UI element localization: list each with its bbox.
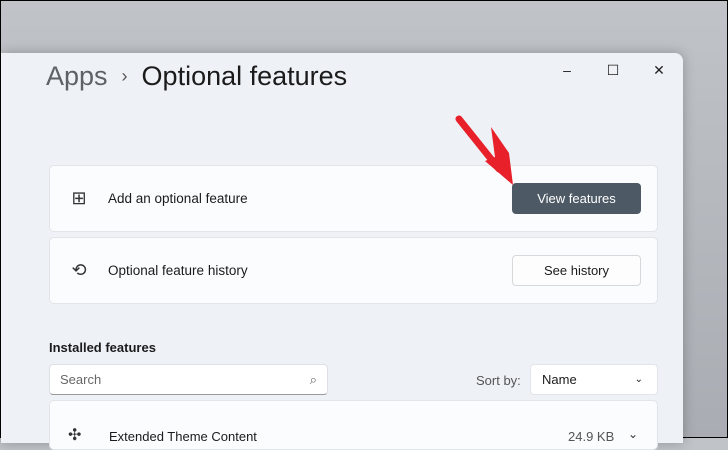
page-title: Optional features	[141, 61, 348, 91]
add-feature-label: Add an optional feature	[108, 191, 248, 206]
chevron-down-icon: ⌄	[634, 374, 643, 385]
sort-dropdown[interactable]: Name ⌄	[530, 364, 658, 395]
sort-value: Name	[542, 372, 577, 387]
minimize-button[interactable]: –	[552, 61, 582, 79]
list-item[interactable]: ✣ Extended Theme Content 24.9 KB ⌄	[49, 400, 658, 450]
add-feature-card: ⊞ Add an optional feature View features	[49, 165, 658, 232]
sort-label: Sort by:	[476, 373, 521, 388]
red-arrow-annotation	[455, 115, 513, 185]
see-history-button[interactable]: See history	[512, 255, 641, 286]
feature-history-label: Optional feature history	[108, 263, 248, 278]
search-input[interactable]: Search ⌕	[49, 364, 328, 395]
search-icon: ⌕	[309, 371, 317, 387]
puzzle-icon: ✣	[68, 427, 82, 444]
search-placeholder: Search	[60, 372, 102, 387]
feature-history-card: ⟲ Optional feature history See history	[49, 237, 658, 304]
feature-size: 24.9 KB	[568, 429, 615, 444]
breadcrumb-apps[interactable]: Apps	[46, 61, 108, 92]
add-feature-icon: ⊞	[71, 188, 87, 208]
close-button[interactable]: ✕	[644, 61, 674, 79]
installed-features-heading: Installed features	[49, 340, 156, 355]
breadcrumb: Apps › Optional features	[46, 61, 347, 92]
feature-name: Extended Theme Content	[109, 429, 257, 444]
maximize-button[interactable]: ☐	[598, 61, 628, 79]
history-icon: ⟲	[71, 260, 87, 280]
view-features-button[interactable]: View features	[512, 183, 641, 214]
chevron-down-icon[interactable]: ⌄	[628, 427, 638, 441]
chevron-right-icon: ›	[121, 66, 128, 86]
